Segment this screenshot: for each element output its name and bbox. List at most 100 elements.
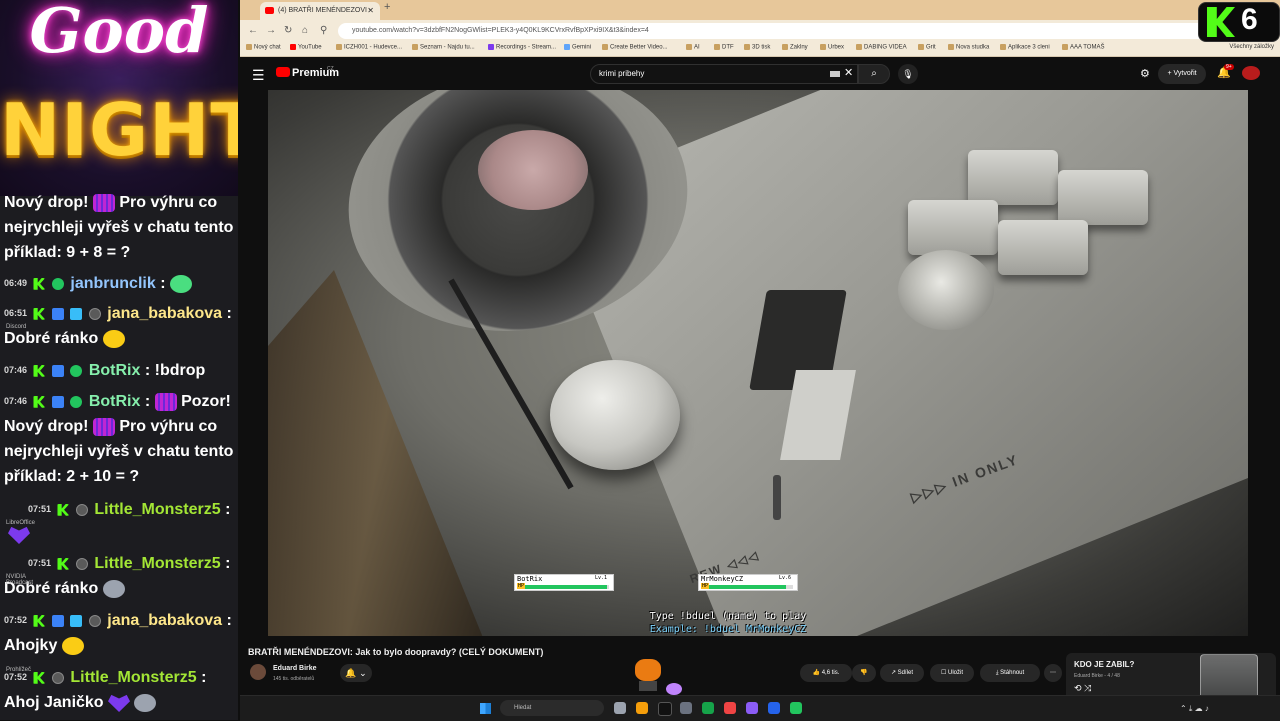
shuffle-icon[interactable]: ⤨	[1084, 683, 1091, 693]
system-tray[interactable]: ⌃ ⤓ ☁ ♪	[1180, 704, 1209, 714]
bookmark-folder[interactable]: Urbex	[820, 44, 844, 51]
rainbow-emote-icon	[61, 637, 84, 656]
video-title: BRATŘI MENÉNDEZOVI: Jak to bylo doopravd…	[248, 647, 544, 657]
taskbar-search[interactable]: Hledat	[500, 700, 604, 716]
subscribe-bell-button[interactable]: 🔔 ⌄	[340, 664, 372, 682]
verified-badge-icon	[51, 277, 64, 290]
home-icon[interactable]: ⌂	[302, 25, 308, 36]
forward-icon[interactable]: →	[266, 25, 276, 36]
chat-time: 07:52	[4, 615, 28, 626]
bookmark-folder[interactable]: Aplikace 3 cleni	[1000, 44, 1050, 51]
all-bookmarks-folder[interactable]: Všechny záložky	[1229, 44, 1274, 50]
chat-time: 07:51	[28, 558, 52, 569]
file-explorer-icon[interactable]	[636, 702, 648, 714]
chat-username[interactable]: Little_Monsterz5	[70, 669, 196, 686]
bookmark-item[interactable]: ICZH001 - Hudevce...	[336, 44, 402, 51]
save-label: Uložit	[948, 670, 964, 676]
taskview-icon[interactable]	[614, 702, 626, 714]
bookmark-folder[interactable]: Grit	[918, 44, 936, 51]
share-button[interactable]: ↗ Sdílet	[880, 664, 924, 682]
bookmark-folder[interactable]: AAA TOMAŠ	[1062, 44, 1104, 51]
save-button[interactable]: ☐ Uložit	[930, 664, 974, 682]
partner-badge-icon	[51, 364, 64, 377]
voice-search-button[interactable]: 🎙	[898, 64, 918, 84]
bookmark-folder[interactable]: DABING VIDEA	[856, 44, 907, 51]
chat-username[interactable]: BotRix	[89, 362, 141, 379]
tiktok-icon[interactable]	[658, 702, 672, 716]
dislike-button[interactable]: 👎	[852, 664, 876, 682]
new-tab-button[interactable]: +	[384, 1, 390, 13]
windows-start-icon[interactable]	[480, 703, 491, 714]
download-button[interactable]: ⤓ Stáhnout	[980, 664, 1040, 682]
bookmark-folder[interactable]: Zaklny	[782, 44, 808, 51]
partner-badge-icon	[51, 395, 64, 408]
vscode-icon[interactable]	[768, 702, 780, 714]
chat-message: 07:46 BotRix : Pozor! Nový drop! Pro výh…	[4, 389, 238, 489]
xbox-icon[interactable]	[702, 702, 714, 714]
clear-search-icon[interactable]: ✕	[844, 66, 853, 79]
menu-icon[interactable]: ☰	[252, 67, 265, 84]
mic-icon: 🎙	[902, 69, 914, 79]
bookmark-item[interactable]: YouTube	[290, 44, 322, 51]
chat-username[interactable]: jana_babakova	[107, 305, 222, 322]
bookmark-item[interactable]: Recordings - Stream...	[488, 44, 556, 51]
more-actions-button[interactable]: ⋯	[1044, 664, 1062, 682]
bookmark-folder[interactable]: Nova studka	[948, 44, 989, 51]
chat-username[interactable]: janbrunclik	[70, 275, 155, 292]
sub-badge-icon	[75, 557, 88, 570]
video-frame-hub	[478, 130, 588, 210]
like-button[interactable]: 👍 4,6 tis.	[800, 664, 852, 682]
bookmark-folder[interactable]: 3D tisk	[744, 44, 770, 51]
close-tab-icon[interactable]: ✕	[367, 2, 374, 20]
chat-time: 06:49	[4, 278, 28, 289]
chat-text: Ahoj Janičko	[4, 694, 104, 712]
chat-text: příklad: 2 + 10 = ?	[4, 468, 140, 486]
bookmark-folder[interactable]: DTF	[714, 44, 734, 51]
chat-text: Pro výhru co	[119, 194, 218, 211]
kick-viewer-badge: 6	[1198, 2, 1280, 42]
discord-icon[interactable]	[746, 702, 758, 714]
search-button[interactable]: ⌕	[858, 64, 890, 84]
reload-icon[interactable]: ↻	[284, 25, 292, 36]
chrome-icon[interactable]	[724, 702, 736, 714]
settings-icon[interactable]	[680, 702, 692, 714]
chat-separator: :	[144, 393, 151, 410]
back-icon[interactable]: ←	[248, 25, 258, 36]
keyboard-icon[interactable]	[830, 71, 840, 77]
bookmark-item[interactable]: Nový chat	[246, 44, 281, 51]
loop-icon[interactable]: ⟲	[1074, 683, 1082, 693]
chat-separator: :	[201, 669, 207, 686]
bookmark-folder[interactable]: AI	[686, 44, 700, 51]
create-button[interactable]: + Vytvořit	[1158, 64, 1206, 84]
channel-avatar[interactable]	[250, 664, 266, 680]
chat-username[interactable]: Little_Monsterz5	[94, 555, 220, 572]
cast-icon[interactable]: ⚙	[1140, 67, 1150, 80]
video-player[interactable]: ▷▷▷ IN ONLY REW ◁◁◁ BotRix Lv.1 HP MrMon…	[268, 90, 1248, 636]
bookmark-item[interactable]: Create Better Video...	[602, 44, 668, 51]
bookmark-item[interactable]: Seznam - Najdu tu...	[412, 44, 475, 51]
chat-message: Nový drop! Pro výhru co nejrychleji vyře…	[4, 190, 238, 265]
youtube-favicon-icon	[265, 7, 274, 14]
duel-instruction: Type !bduel (name) to play	[649, 611, 807, 622]
sub-badge-icon	[75, 503, 88, 516]
chat-text: Nový drop!	[4, 194, 89, 211]
desktop-icon-label: LibreOffice	[6, 520, 35, 526]
duel-hp-bar	[701, 585, 793, 589]
channel-name[interactable]: Eduard Birke	[273, 665, 317, 672]
browser-tab[interactable]: (4) BRATŘI MENÉNDEZOVI - Ja... ✕	[260, 2, 380, 32]
address-bar[interactable]: youtube.com/watch?v=3dzbfFN2NogGWlist=PL…	[338, 23, 1218, 39]
chat-username[interactable]: Little_Monsterz5	[94, 501, 220, 518]
chat-username[interactable]: jana_babakova	[107, 612, 222, 629]
site-info-icon[interactable]: ⚲	[320, 25, 327, 36]
chat-username[interactable]: BotRix	[89, 393, 141, 410]
app-icon[interactable]	[790, 702, 802, 714]
pumpkin-mascot	[633, 653, 661, 691]
chat-text: nejrychleji vyřeš v chatu tento	[4, 443, 234, 461]
youtube-logo-icon[interactable]	[276, 67, 290, 77]
kick-badge-icon	[33, 395, 46, 408]
duel-player-level: Lv.1	[594, 575, 607, 581]
bookmark-item[interactable]: Gemini	[564, 44, 591, 51]
account-avatar[interactable]	[1242, 66, 1260, 80]
chat-separator: :	[226, 305, 232, 322]
search-input[interactable]: krimi pribehy	[590, 64, 858, 84]
